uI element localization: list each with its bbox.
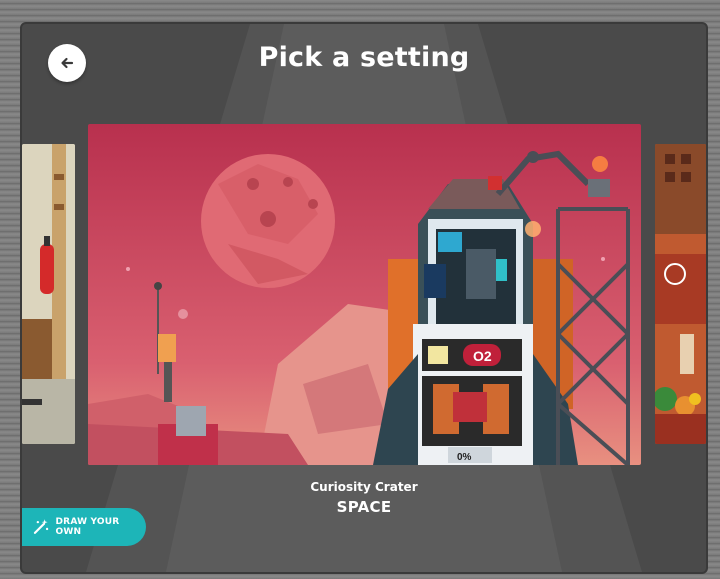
draw-your-own-button[interactable]: DRAW YOUR OWN	[22, 508, 146, 546]
setting-card-next[interactable]	[655, 144, 706, 444]
setting-picker-panel: Pick a setting O2 0% Curiosity Crater SP…	[22, 24, 706, 572]
setting-subtitle: Curiosity Crater	[310, 480, 418, 494]
oxygen-label: O2	[473, 348, 492, 364]
draw-your-own-label: DRAW YOUR OWN	[55, 517, 120, 537]
setting-card-selected[interactable]: O2 0%	[88, 124, 641, 465]
magic-wand-icon	[33, 519, 49, 534]
setting-card-previous[interactable]	[22, 144, 75, 444]
previous-setting-thumbnail	[22, 144, 75, 444]
next-setting-thumbnail	[655, 144, 706, 444]
gauge-label: 0%	[457, 452, 472, 463]
page-title: Pick a setting	[258, 42, 470, 73]
space-setting-thumbnail: O2 0%	[88, 124, 641, 465]
